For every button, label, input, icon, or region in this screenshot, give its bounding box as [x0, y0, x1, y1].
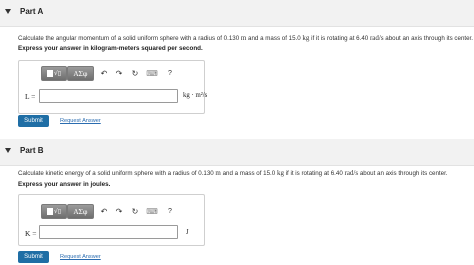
- reset-icon[interactable]: ↻: [129, 67, 141, 79]
- templates-button[interactable]: √▯: [41, 66, 67, 81]
- part-b-header[interactable]: Part B: [0, 139, 474, 166]
- part-b-answer-panel: √▯ ΑΣφ ↶ ↷ ↻ ⌨ ? K = J: [18, 194, 205, 246]
- problem-page: Part A Calculate the angular momentum of…: [0, 0, 474, 265]
- request-answer-link[interactable]: Request Answer: [60, 118, 101, 124]
- greek-symbols-button[interactable]: ΑΣφ: [67, 66, 94, 81]
- part-a-question: Calculate the angular momentum of a soli…: [18, 34, 473, 42]
- units-label: J: [186, 229, 189, 236]
- part-a-instruction: Express your answer in kilogram-meters s…: [18, 45, 203, 52]
- variable-label: L =: [25, 92, 36, 101]
- caret-down-icon[interactable]: [5, 9, 11, 14]
- answer-input[interactable]: [39, 89, 178, 103]
- redo-icon[interactable]: ↷: [113, 67, 125, 79]
- undo-icon[interactable]: ↶: [98, 67, 110, 79]
- part-b-title: Part B: [20, 146, 44, 155]
- greek-symbols-button[interactable]: ΑΣφ: [67, 204, 94, 219]
- part-a-title: Part A: [20, 7, 44, 16]
- submit-button[interactable]: Submit: [18, 251, 49, 263]
- variable-label: K =: [25, 229, 37, 238]
- redo-icon[interactable]: ↷: [113, 205, 125, 217]
- caret-down-icon[interactable]: [5, 148, 11, 153]
- keyboard-icon[interactable]: ⌨: [146, 205, 158, 217]
- request-answer-link[interactable]: Request Answer: [60, 254, 101, 260]
- templates-icon: √▯: [46, 70, 61, 77]
- part-a-header[interactable]: Part A: [0, 0, 474, 27]
- help-icon[interactable]: ?: [164, 205, 176, 217]
- part-a-answer-panel: √▯ ΑΣφ ↶ ↷ ↻ ⌨ ? L = kg · m²/s: [18, 60, 208, 114]
- submit-button[interactable]: Submit: [18, 115, 49, 127]
- answer-input[interactable]: [39, 225, 178, 239]
- help-icon[interactable]: ?: [164, 67, 176, 79]
- templates-icon: √▯: [46, 208, 61, 215]
- units-label: kg · m²/s: [183, 92, 208, 99]
- part-b-question: Calculate kinetic energy of a solid unif…: [18, 169, 448, 177]
- keyboard-icon[interactable]: ⌨: [146, 67, 158, 79]
- templates-button[interactable]: √▯: [41, 204, 67, 219]
- reset-icon[interactable]: ↻: [129, 205, 141, 217]
- undo-icon[interactable]: ↶: [98, 205, 110, 217]
- part-b-instruction: Express your answer in joules.: [18, 181, 111, 188]
